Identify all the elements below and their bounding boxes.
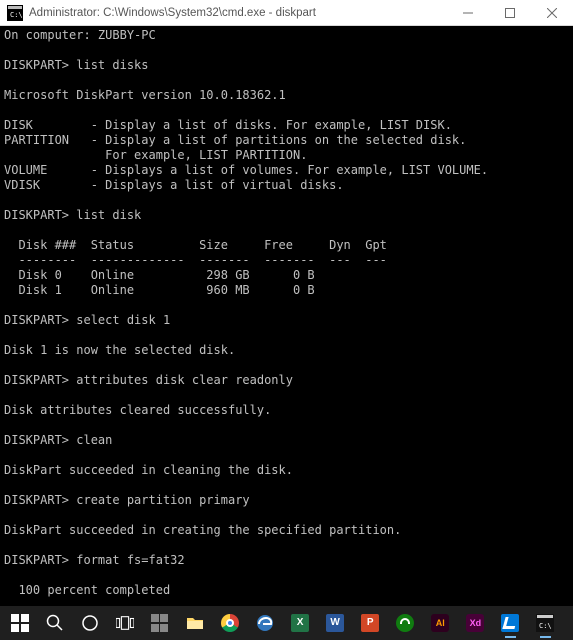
xbox-icon: [396, 614, 414, 632]
taskbar-app-store[interactable]: [146, 608, 173, 638]
maximize-button[interactable]: [489, 0, 531, 25]
taskbar-app-chrome[interactable]: [216, 608, 243, 638]
taskbar-app-word[interactable]: W: [322, 608, 349, 638]
taskbar-app-explorer[interactable]: [181, 608, 208, 638]
start-button[interactable]: [6, 608, 33, 638]
powerpoint-icon: P: [361, 614, 379, 632]
taskbar-app-xd[interactable]: Xd: [462, 608, 489, 638]
taskbar-app-cmd[interactable]: C:\: [532, 608, 559, 638]
search-button[interactable]: [41, 608, 68, 638]
taskbar-app-powerpoint[interactable]: P: [357, 608, 384, 638]
taskbar-app-edge[interactable]: [251, 608, 278, 638]
maximize-icon: [505, 8, 515, 18]
titlebar[interactable]: C:\ Administrator: C:\Windows\System32\c…: [0, 0, 573, 26]
vscode-icon: [501, 614, 519, 632]
search-icon: [46, 614, 64, 632]
taskbar[interactable]: X W P Al Xd C:\: [0, 606, 573, 640]
close-icon: [547, 8, 557, 18]
edge-icon: [256, 614, 274, 632]
svg-text:C:\: C:\: [539, 622, 552, 630]
minimize-button[interactable]: [447, 0, 489, 25]
task-view-icon: [116, 614, 134, 632]
svg-text:C:\: C:\: [10, 11, 23, 19]
taskbar-app-illustrator[interactable]: Al: [427, 608, 454, 638]
folder-icon: [186, 614, 204, 632]
cortana-icon: [81, 614, 99, 632]
window: C:\ Administrator: C:\Windows\System32\c…: [0, 0, 573, 640]
illustrator-icon: Al: [431, 614, 449, 632]
console-output[interactable]: On computer: ZUBBY-PC DISKPART> list dis…: [0, 26, 573, 606]
xd-icon: Xd: [466, 614, 484, 632]
cmd-icon: C:\: [7, 5, 23, 21]
close-button[interactable]: [531, 0, 573, 25]
window-controls: [447, 0, 573, 25]
taskbar-app-xbox[interactable]: [392, 608, 419, 638]
minimize-icon: [463, 8, 473, 18]
taskbar-app-excel[interactable]: X: [287, 608, 314, 638]
taskbar-app-vscode[interactable]: [497, 608, 524, 638]
word-icon: W: [326, 614, 344, 632]
task-view-button[interactable]: [111, 608, 138, 638]
chrome-icon: [221, 614, 239, 632]
windows-icon: [11, 614, 29, 632]
store-icon: [151, 614, 169, 632]
cortana-button[interactable]: [76, 608, 103, 638]
cmd-icon-taskbar: C:\: [536, 614, 554, 632]
excel-icon: X: [291, 614, 309, 632]
window-title: Administrator: C:\Windows\System32\cmd.e…: [29, 7, 447, 19]
